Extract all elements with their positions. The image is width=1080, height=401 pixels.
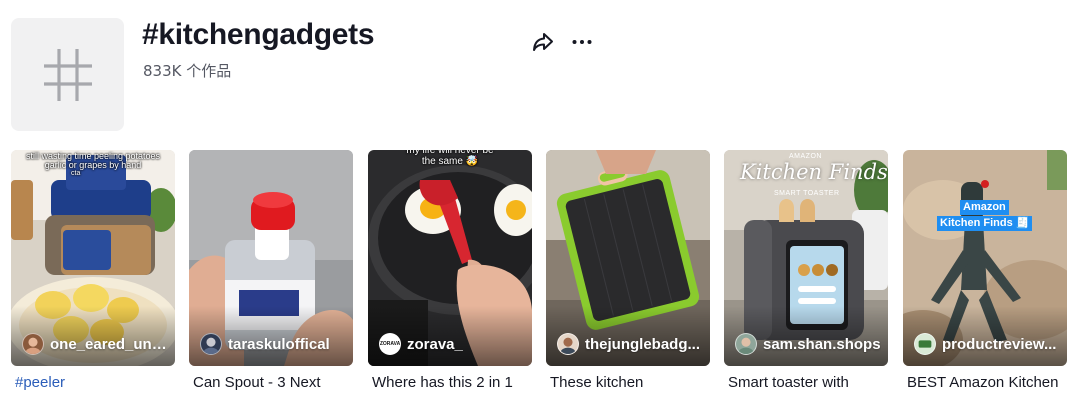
video-author[interactable]: ZORAVA zorava_ (379, 332, 525, 356)
author-avatar (557, 333, 579, 355)
hashtag-header: #kitchengadgets 833K 个作品 (0, 0, 1080, 140)
video-author[interactable]: one_eared_uno6 (22, 332, 168, 356)
video-overlay-subtext: SMART TOASTER (774, 190, 840, 197)
hashtag-avatar (11, 18, 124, 131)
video-caption[interactable]: Where has this 2 in 1 (372, 374, 532, 391)
video-caption[interactable]: Smart toaster with (728, 374, 888, 391)
video-card[interactable]: my life will never be the same 🤯 ZORAVA … (368, 150, 532, 400)
video-card[interactable]: thejunglebadg... These kitchen (546, 150, 710, 400)
more-options-button[interactable] (568, 28, 596, 56)
hashtag-title: #kitchengadgets (142, 18, 375, 51)
video-overlay-subtext: cta (71, 170, 81, 177)
video-caption[interactable]: BEST Amazon Kitchen (907, 374, 1067, 391)
video-author[interactable]: sam.shan.shops (735, 332, 881, 356)
video-thumbnail[interactable]: Amazon Kitchen Finds 🧾 productreview... (903, 150, 1067, 366)
video-thumbnail[interactable]: thejunglebadg... (546, 150, 710, 366)
author-name: zorava_ (407, 335, 463, 353)
video-card[interactable]: Amazon Kitchen Finds 🧾 productreview... … (903, 150, 1067, 400)
video-thumbnail[interactable]: still wasting time peeling potatoes garl… (11, 150, 175, 366)
author-name: one_eared_uno6 (50, 335, 168, 353)
video-author[interactable]: taraskuloffical (200, 332, 346, 356)
more-dots-icon (572, 40, 592, 44)
author-name: taraskuloffical (228, 335, 330, 353)
video-count: 833K 个作品 (143, 62, 232, 80)
share-button[interactable] (529, 28, 557, 56)
video-overlay-smalltext: AMAZON (789, 153, 822, 160)
video-overlay-text: still wasting time peeling potatoes garl… (25, 151, 161, 171)
author-avatar (735, 333, 757, 355)
video-author[interactable]: thejunglebadg... (557, 332, 703, 356)
author-avatar (22, 333, 44, 355)
author-name: sam.shan.shops (763, 335, 881, 353)
video-overlay-title: Kitchen Finds (740, 160, 888, 184)
video-card[interactable]: AMAZON Kitchen Finds SMART TOASTER sam.s… (724, 150, 888, 400)
video-grid: still wasting time peeling potatoes garl… (11, 150, 1071, 400)
video-overlay-badge: Amazon (960, 200, 1009, 216)
author-avatar (914, 333, 936, 355)
share-arrow-icon (533, 33, 553, 51)
hashtag-icon (43, 48, 92, 101)
author-avatar: ZORAVA (379, 333, 401, 355)
video-overlay-text: my life will never be the same 🤯 (406, 150, 494, 167)
video-caption[interactable]: #peeler (15, 374, 175, 391)
video-thumbnail[interactable]: AMAZON Kitchen Finds SMART TOASTER sam.s… (724, 150, 888, 366)
video-caption[interactable]: These kitchen (550, 374, 710, 391)
author-avatar (200, 333, 222, 355)
video-author[interactable]: productreview... (914, 332, 1060, 356)
video-caption[interactable]: Can Spout - 3 Next (193, 374, 353, 391)
video-card[interactable]: taraskuloffical Can Spout - 3 Next (189, 150, 353, 400)
author-name: productreview... (942, 335, 1057, 353)
video-card[interactable]: still wasting time peeling potatoes garl… (11, 150, 175, 400)
video-thumbnail[interactable]: my life will never be the same 🤯 ZORAVA … (368, 150, 532, 366)
video-overlay-badge: Kitchen Finds 🧾 (937, 216, 1033, 232)
video-thumbnail[interactable]: taraskuloffical (189, 150, 353, 366)
author-name: thejunglebadg... (585, 335, 700, 353)
